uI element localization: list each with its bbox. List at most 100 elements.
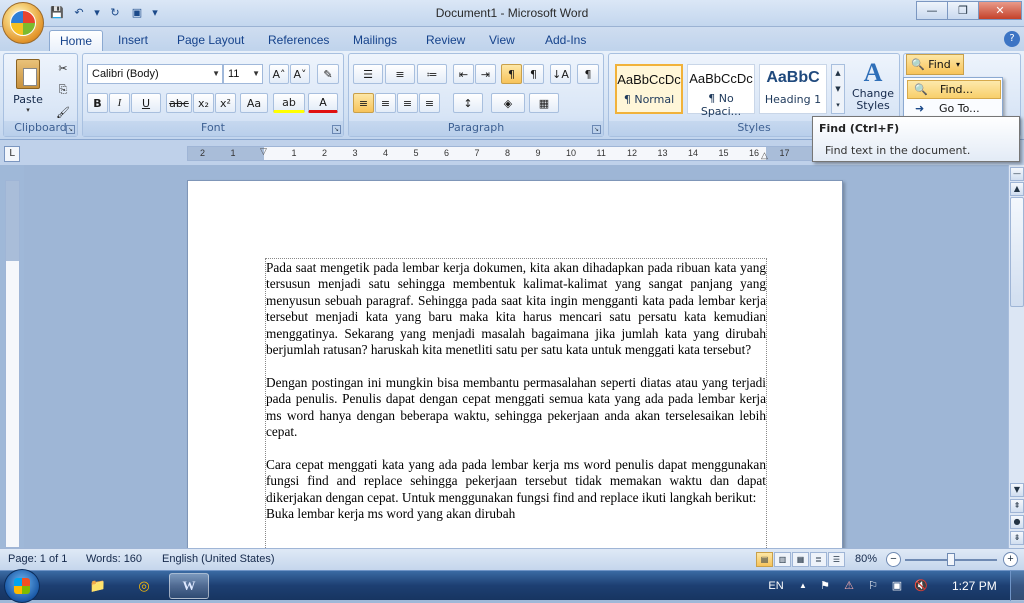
right-to-left-button[interactable]: ¶ [523, 64, 544, 84]
increase-indent-button[interactable]: ⇥ [475, 64, 496, 84]
borders-button[interactable]: ▦ [529, 93, 559, 113]
paragraph[interactable]: Dengan postingan ini mungkin bisa memban… [266, 375, 766, 441]
style-no-spacing[interactable]: AaBbCcDc ¶ No Spaci... [687, 64, 755, 118]
change-styles-button[interactable]: A Change Styles [849, 58, 897, 120]
superscript-button[interactable]: x² [215, 93, 236, 113]
office-button[interactable] [2, 2, 44, 44]
font-name-combo[interactable]: Calibri (Body) ▼ [87, 64, 223, 84]
scroll-down-button[interactable]: ▼ [1010, 483, 1024, 497]
style-heading-1[interactable]: AaBbC Heading 1 [759, 64, 827, 114]
find-menu-item[interactable]: 🔍 Find... [907, 80, 1001, 99]
device-icon[interactable]: ▣ [890, 579, 904, 593]
tab-insert[interactable]: Insert [108, 30, 158, 51]
tab-selector[interactable]: L [4, 146, 20, 162]
tab-mailings[interactable]: Mailings [343, 30, 407, 51]
line-spacing-button[interactable]: ↕ [453, 93, 483, 113]
decrease-indent-button[interactable]: ⇤ [453, 64, 474, 84]
sort-button[interactable]: ↓A [550, 64, 571, 84]
zoom-slider-thumb[interactable] [947, 553, 955, 566]
cut-icon[interactable]: ✂ [52, 58, 74, 78]
tab-references[interactable]: References [258, 30, 339, 51]
word-taskbar-icon[interactable]: W [169, 573, 209, 599]
document-body[interactable]: Pada saat mengetik pada lembar kerja dok… [266, 260, 766, 539]
print-layout-view-button[interactable]: ▤ [756, 552, 773, 567]
find-dropdown-button[interactable]: 🔍 Find ▾ [906, 54, 964, 75]
browse-object-button[interactable]: ● [1010, 515, 1024, 529]
font-color-button[interactable]: A [308, 93, 338, 113]
show-hidden-icons-icon[interactable]: ▲ [796, 579, 810, 593]
minimize-button[interactable]: — [916, 1, 948, 20]
chrome-taskbar-icon[interactable]: ◎ [124, 573, 164, 599]
vertical-ruler[interactable] [5, 180, 20, 548]
grow-font-button[interactable]: A˄ [269, 64, 289, 84]
page-count[interactable]: Page: 1 of 1 [8, 553, 67, 565]
horizontal-ruler[interactable]: 2 1 1 2 3 4 5 6 7 8 9 10 11 12 13 14 15 16 17 ▽ △ [187, 146, 837, 161]
italic-button[interactable]: I [109, 93, 130, 113]
font-launcher-icon[interactable]: ↘ [332, 125, 341, 134]
paragraph-launcher-icon[interactable]: ↘ [592, 125, 601, 134]
paragraph[interactable]: Pada saat mengetik pada lembar kerja dok… [266, 260, 766, 358]
bullets-button[interactable]: ☰ [353, 64, 383, 84]
change-case-button[interactable]: Aa [240, 93, 268, 113]
previous-page-button[interactable]: ⇞ [1010, 499, 1024, 513]
justify-button[interactable]: ≡ [419, 93, 440, 113]
draft-view-button[interactable]: ☰ [828, 552, 845, 567]
right-indent-marker-icon[interactable]: △ [761, 150, 768, 160]
styles-gallery-scroll[interactable]: ▲ ▼ ▾ [831, 64, 845, 114]
align-center-button[interactable]: ≡ [375, 93, 396, 113]
first-line-indent-marker-icon[interactable]: ▽ [260, 147, 267, 157]
align-left-button[interactable]: ≡ [353, 93, 374, 113]
clear-formatting-button[interactable]: ✎ [317, 64, 339, 84]
scroll-up-button[interactable]: ▲ [1010, 182, 1024, 196]
vertical-scrollbar[interactable]: — ▲ ▼ ⇞ ● ⇟ [1008, 165, 1024, 548]
outline-view-button[interactable]: ≣ [810, 552, 827, 567]
tab-review[interactable]: Review [416, 30, 475, 51]
paragraph[interactable]: Cara cepat menggati kata yang ada pada l… [266, 457, 766, 506]
next-page-button[interactable]: ⇟ [1010, 531, 1024, 545]
action-center-icon[interactable]: ⚑ [818, 579, 832, 593]
zoom-in-button[interactable]: + [1003, 552, 1018, 567]
left-to-right-button[interactable]: ¶ [501, 64, 522, 84]
paste-button[interactable]: Paste ▾ [8, 57, 48, 119]
style-normal[interactable]: AaBbCcDc ¶ Normal [615, 64, 683, 114]
maximize-button[interactable]: ❐ [947, 1, 979, 20]
close-button[interactable]: ✕ [978, 1, 1022, 20]
split-handle-icon[interactable]: — [1010, 167, 1024, 181]
zoom-level[interactable]: 80% [855, 553, 877, 565]
bold-button[interactable]: B [87, 93, 108, 113]
scroll-thumb[interactable] [1010, 197, 1024, 307]
zoom-out-button[interactable]: − [886, 552, 901, 567]
tab-view[interactable]: View [479, 30, 525, 51]
tab-page-layout[interactable]: Page Layout [167, 30, 254, 51]
clipboard-launcher-icon[interactable]: ↘ [66, 125, 75, 134]
numbering-button[interactable]: ≡ [385, 64, 415, 84]
show-formatting-marks-button[interactable]: ¶ [577, 64, 599, 84]
strikethrough-button[interactable]: abc [166, 93, 192, 113]
underline-button[interactable]: U [131, 93, 161, 113]
tab-add-ins[interactable]: Add-Ins [535, 30, 596, 51]
tab-home[interactable]: Home [49, 30, 104, 51]
language-bar[interactable]: EN [766, 579, 786, 593]
word-count[interactable]: Words: 160 [86, 553, 142, 565]
start-button[interactable] [4, 569, 40, 603]
copy-icon[interactable]: ⎘ [52, 80, 74, 100]
subscript-button[interactable]: x₂ [193, 93, 214, 113]
shading-button[interactable]: ◈ [491, 93, 525, 113]
show-desktop-button[interactable] [1010, 571, 1024, 601]
document-page[interactable]: Pada saat mengetik pada lembar kerja dok… [187, 180, 843, 550]
highlight-button[interactable]: ab [273, 93, 305, 113]
full-screen-reading-view-button[interactable]: ▥ [774, 552, 791, 567]
network-error-icon[interactable]: ⚠ [842, 579, 856, 593]
align-right-button[interactable]: ≡ [397, 93, 418, 113]
shrink-font-button[interactable]: A˅ [290, 64, 310, 84]
font-size-combo[interactable]: 11 ▼ [223, 64, 263, 84]
help-icon[interactable]: ? [1004, 31, 1020, 47]
paragraph[interactable]: Buka lembar kerja ms word yang akan diru… [266, 506, 766, 522]
format-painter-icon[interactable]: 🖌 [52, 102, 74, 122]
multilevel-list-button[interactable]: ≔ [417, 64, 447, 84]
web-layout-view-button[interactable]: ▦ [792, 552, 809, 567]
explorer-taskbar-icon[interactable]: 📁 [78, 573, 118, 599]
clock[interactable]: 1:27 PM [952, 579, 997, 593]
volume-muted-icon[interactable]: 🔇 [914, 579, 928, 593]
flag-icon[interactable]: ⚐ [866, 579, 880, 593]
